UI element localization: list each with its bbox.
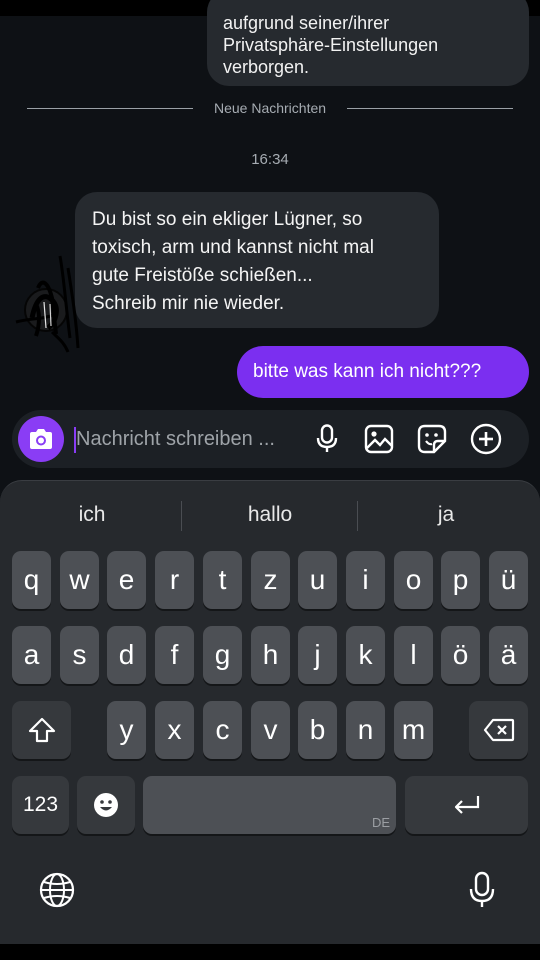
shift-icon xyxy=(28,717,55,743)
key-r[interactable]: r xyxy=(155,551,194,609)
globe-icon xyxy=(39,872,75,908)
emoji-key[interactable] xyxy=(77,776,135,834)
message-line: verborgen. xyxy=(223,57,310,77)
gallery-icon xyxy=(364,424,394,454)
more-options-button[interactable] xyxy=(469,422,503,456)
message-line: Privatsphäre-Einstellungen xyxy=(223,35,439,55)
key-t[interactable]: t xyxy=(203,551,242,609)
key-k[interactable]: k xyxy=(346,626,385,684)
shift-key[interactable] xyxy=(12,701,71,759)
message-line: Schreib mir nie wieder. xyxy=(92,293,285,314)
space-key[interactable]: DE xyxy=(143,776,396,834)
key-j[interactable]: j xyxy=(298,626,337,684)
dictation-icon xyxy=(469,871,495,907)
incoming-message[interactable]: Du bist so ein ekliger Lügner, so toxisc… xyxy=(75,192,439,328)
key-g[interactable]: g xyxy=(203,626,242,684)
key-b[interactable]: b xyxy=(298,701,337,759)
incoming-message-previous[interactable]: aufgrund seiner/ihrer Privatsphäre-Einst… xyxy=(207,0,529,86)
divider-line xyxy=(27,108,193,109)
suggestion-item[interactable]: ja xyxy=(358,495,534,535)
key-p[interactable]: p xyxy=(441,551,480,609)
dictation-button[interactable] xyxy=(462,870,502,910)
keyboard: ich hallo ja q w e r t z u i o p ü a s d… xyxy=(0,480,540,944)
key-oe[interactable]: ö xyxy=(441,626,480,684)
key-c[interactable]: c xyxy=(203,701,242,759)
key-e[interactable]: e xyxy=(107,551,146,609)
camera-icon xyxy=(30,429,52,449)
sticker-button[interactable] xyxy=(415,422,449,456)
backspace-icon xyxy=(483,718,514,742)
key-i[interactable]: i xyxy=(346,551,385,609)
key-q[interactable]: q xyxy=(12,551,51,609)
message-timestamp: 16:34 xyxy=(251,151,289,168)
chat-screen: aufgrund seiner/ihrer Privatsphäre-Einst… xyxy=(0,0,540,960)
backspace-key[interactable] xyxy=(469,701,528,759)
key-v[interactable]: v xyxy=(251,701,290,759)
bottom-bezel xyxy=(0,944,540,960)
message-composer xyxy=(12,410,529,468)
key-ue[interactable]: ü xyxy=(489,551,528,609)
divider-line xyxy=(347,108,513,109)
suggestion-bar: ich hallo ja xyxy=(0,495,540,535)
numbers-key[interactable]: 123 xyxy=(12,776,69,834)
keyboard-language-label: DE xyxy=(371,815,390,830)
key-u[interactable]: u xyxy=(298,551,337,609)
key-m[interactable]: m xyxy=(394,701,433,759)
key-o[interactable]: o xyxy=(394,551,433,609)
message-input[interactable] xyxy=(76,424,306,454)
key-w[interactable]: w xyxy=(60,551,99,609)
key-l[interactable]: l xyxy=(394,626,433,684)
suggestion-item[interactable]: hallo xyxy=(182,495,358,535)
add-icon xyxy=(470,423,502,455)
avatar[interactable] xyxy=(12,248,88,356)
key-s[interactable]: s xyxy=(60,626,99,684)
microphone-icon xyxy=(316,424,338,452)
key-z[interactable]: z xyxy=(251,551,290,609)
message-line: toxisch, arm und kannst nicht mal xyxy=(92,237,374,258)
divider-label: Neue Nachrichten xyxy=(213,100,327,116)
key-ae[interactable]: ä xyxy=(489,626,528,684)
key-d[interactable]: d xyxy=(107,626,146,684)
outgoing-message[interactable]: bitte was kann ich nicht??? xyxy=(237,346,529,398)
message-line: aufgrund seiner/ihrer xyxy=(223,13,390,33)
emoji-icon xyxy=(94,793,118,817)
gallery-button[interactable] xyxy=(362,422,396,456)
message-line: gute Freistöße schießen... xyxy=(92,265,313,286)
message-line: Du bist so ein ekliger Lügner, so xyxy=(92,209,363,230)
return-icon xyxy=(454,796,479,814)
key-f[interactable]: f xyxy=(155,626,194,684)
key-n[interactable]: n xyxy=(346,701,385,759)
key-a[interactable]: a xyxy=(12,626,51,684)
key-h[interactable]: h xyxy=(251,626,290,684)
suggestion-item[interactable]: ich xyxy=(4,495,180,535)
new-messages-divider: Neue Nachrichten xyxy=(27,99,513,119)
key-x[interactable]: x xyxy=(155,701,194,759)
language-switch-button[interactable] xyxy=(37,870,77,910)
key-y[interactable]: y xyxy=(107,701,146,759)
camera-button[interactable] xyxy=(18,416,64,462)
sticker-icon xyxy=(417,424,447,454)
return-key[interactable] xyxy=(405,776,528,834)
voice-message-button[interactable] xyxy=(310,422,344,456)
